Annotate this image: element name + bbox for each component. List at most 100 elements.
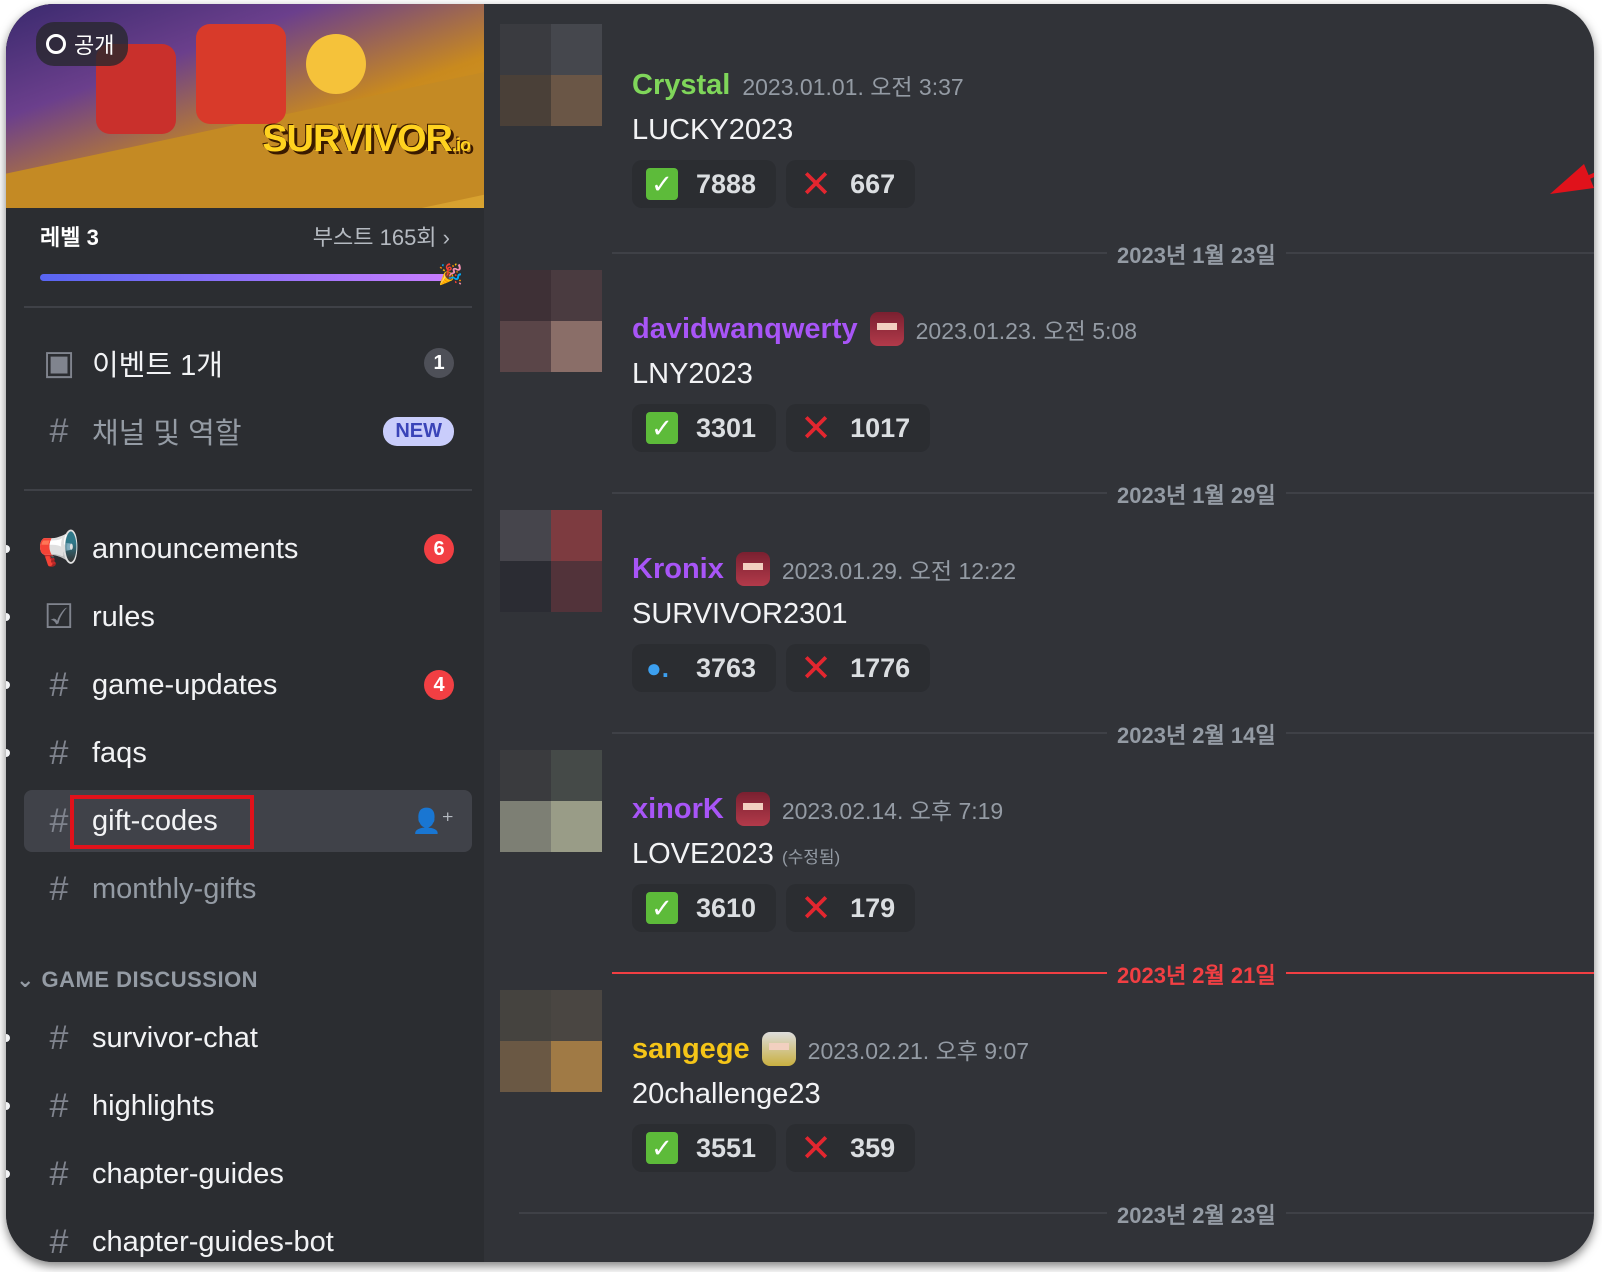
username[interactable]: xinorK [632,793,724,826]
timestamp: 2023.02.14. 오후 7:19 [781,798,1004,824]
unread-indicator [6,613,10,621]
unread-indicator [6,749,10,757]
hash-icon: # [49,733,69,772]
server-logo: SURVIVOR.io [262,118,471,160]
avatar[interactable] [500,750,602,852]
x-icon: ✕ [800,647,832,690]
x-icon: ✕ [800,163,832,206]
channel-sidebar: SURVIVOR.io 공개 레벨 3 부스트 165회 › 🎉 ▣ 이벤트 1개 1… [6,4,484,1262]
ninja-badge-icon [869,312,904,346]
sidebar-item-highlights[interactable]: # highlights [24,1075,472,1137]
events-count-badge: 1 [424,348,454,378]
calendar-icon: ▣ [42,344,76,382]
reaction-button[interactable]: ✕ 1017 [786,404,931,452]
reaction-button[interactable]: ✓ 7888 [632,160,777,208]
hash-icon: # [49,869,69,908]
sidebar-item-game-updates[interactable]: # game-updates 4 [24,654,472,716]
message-text: 20challenge23 [632,1078,821,1110]
cat-badge-icon [761,1032,796,1066]
message: davidwanqwerty 2023.01.23. 오전 5:08 LNY202… [484,260,1594,490]
message: Crystal 2023.01.01. 오전 3:37 LUCKY2023 ✓ 78… [484,20,1594,250]
sidebar-item-rules[interactable]: ☑ rules [24,586,472,648]
unread-indicator [6,1102,10,1110]
boost-link[interactable]: 부스트 165회 › [313,220,450,252]
username[interactable]: davidwanqwerty [632,313,858,346]
mention-badge: 4 [424,670,454,700]
megaphone-icon: 📢 [37,530,81,568]
avatar[interactable] [500,510,602,612]
hash-lock-icon: # [49,1222,69,1261]
username[interactable]: sangege [632,1033,750,1066]
message-text: LNY2023 [632,358,753,390]
date-divider: 2023년 1월 29일 [612,478,1594,510]
sidebar-item-chapter-guides-bot[interactable]: # chapter-guides-bot [24,1211,472,1262]
message: Kronix 2023.01.29. 오전 12:22 SURVIVOR2301 … [484,500,1594,730]
avatar[interactable] [500,270,602,372]
check-icon: ✓ [646,892,678,924]
ninja-badge-icon [735,552,770,586]
reaction-button[interactable]: ✕ 667 [786,160,916,208]
invite-member-icon[interactable]: 👤⁺ [411,807,454,836]
message: sangege 2023.02.21. 오후 9:07 20challenge23… [484,980,1594,1210]
username[interactable]: Crystal [632,69,730,102]
avatar[interactable] [500,24,602,126]
reaction-button[interactable]: ✓ 3301 [632,404,777,452]
check-icon: ✓ [646,1132,678,1164]
sidebar-item-announcements[interactable]: 📢 announcements 6 [24,518,472,580]
avatar[interactable] [500,990,602,1092]
reaction-button[interactable]: ✕ 179 [786,884,916,932]
server-level: 레벨 3 [40,225,99,250]
check-icon: ✓ [646,168,678,200]
new-messages-divider: 2023년 2월 21일 [612,958,1594,990]
message-text: LUCKY2023 [632,114,794,146]
x-icon: ✕ [800,1127,832,1170]
reaction-button[interactable]: ✓ 3551 [632,1124,777,1172]
edited-label: (수정됨) [781,848,841,867]
timestamp: 2023.02.21. 오후 9:07 [807,1038,1030,1064]
unread-indicator [6,681,10,689]
unread-indicator [6,1034,10,1042]
sidebar-item-faqs[interactable]: # faqs [24,722,472,784]
boost-progress-bar [40,274,446,281]
discord-window: SURVIVOR.io 공개 레벨 3 부스트 165회 › 🎉 ▣ 이벤트 1개 1… [6,4,1594,1262]
sidebar-item-events[interactable]: ▣ 이벤트 1개 1 [24,332,472,394]
hash-icon: # [49,1154,69,1193]
server-banner[interactable]: SURVIVOR.io 공개 [6,4,484,208]
date-divider: 2023년 2월 23일 [519,1198,1594,1230]
reaction-button[interactable]: ✓ 3610 [632,884,777,932]
x-icon: ✕ [800,887,832,930]
hash-icon: # [49,1018,69,1057]
sidebar-item-monthly-gifts[interactable]: # monthly-gifts [24,858,472,920]
sidebar-item-chapter-guides[interactable]: # chapter-guides [24,1143,472,1205]
channel-browse-icon: # [49,411,69,450]
sidebar-item-survivor-chat[interactable]: # survivor-chat [24,1007,472,1069]
public-badge: 공개 [36,22,129,66]
hash-icon: # [49,665,69,704]
mention-badge: 6 [424,534,454,564]
check-icon: ✓ [646,412,678,444]
sidebar-item-channels-roles[interactable]: # 채널 및 역할 NEW [24,400,472,462]
message: xinorK 2023.02.14. 오후 7:19 LOVE2023 (수정됨)… [484,740,1594,970]
date-divider: 2023년 1월 23일 [612,238,1594,270]
message-text: SURVIVOR2301 [632,598,848,630]
unread-indicator [6,1170,10,1178]
timestamp: 2023.01.23. 오전 5:08 [915,318,1137,344]
new-badge: NEW [383,416,454,446]
timestamp: 2023.01.01. 오전 3:37 [742,74,964,100]
reaction-button[interactable]: ✕ 359 [786,1124,916,1172]
reaction-button[interactable]: ✕ 1776 [786,644,931,692]
checkbox-icon: ☑ [43,598,75,636]
ninja-badge-icon [735,792,770,826]
chevron-down-icon: ⌄ [16,967,42,992]
globe-icon [46,34,66,54]
category-game-discussion[interactable]: ⌄ GAME DISCUSSION [16,967,258,993]
reaction-button[interactable]: ●. 3763 [632,644,777,692]
blue-emoji-icon: ●. [646,652,669,683]
hash-icon: # [49,1086,69,1125]
date-divider: 2023년 2월 14일 [612,718,1594,750]
highlight-box [70,795,254,849]
username[interactable]: Kronix [632,553,724,586]
party-popper-icon: 🎉 [438,264,463,286]
annotation-arrow-icon [1544,64,1594,209]
x-icon: ✕ [800,407,832,450]
